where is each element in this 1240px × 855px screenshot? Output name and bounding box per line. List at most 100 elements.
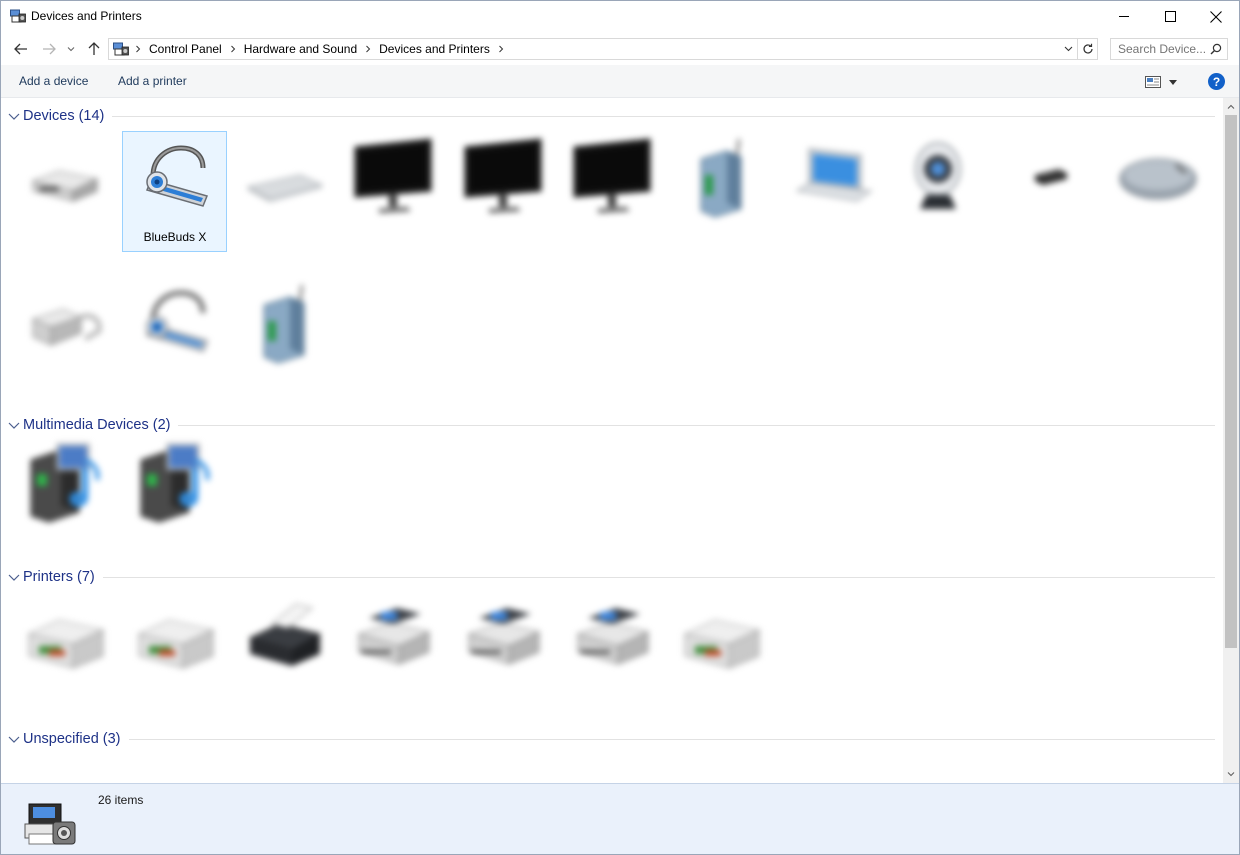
device-item[interactable] xyxy=(13,436,117,556)
device-item[interactable] xyxy=(13,590,117,710)
chevron-down-icon xyxy=(1064,46,1072,52)
close-button[interactable] xyxy=(1193,1,1239,32)
up-button[interactable] xyxy=(84,39,104,59)
chevron-right-icon xyxy=(230,45,235,53)
change-view-button[interactable] xyxy=(1145,73,1185,91)
address-history-dropdown[interactable] xyxy=(1061,41,1075,57)
search-icon xyxy=(1208,41,1224,57)
monitor-icon xyxy=(461,135,545,219)
device-item[interactable] xyxy=(123,277,227,397)
breadcrumb-devices-and-printers[interactable]: Devices and Printers xyxy=(375,42,494,56)
device-item[interactable] xyxy=(451,131,555,251)
device-item[interactable] xyxy=(232,590,336,710)
device-label: BlueBuds X xyxy=(143,230,207,244)
device-item[interactable] xyxy=(560,131,664,251)
breadcrumb-separator[interactable] xyxy=(226,39,240,59)
device-item[interactable] xyxy=(669,590,773,710)
printer-icon xyxy=(679,594,763,678)
router-icon xyxy=(242,281,326,365)
device-item[interactable] xyxy=(888,131,992,251)
up-arrow-icon xyxy=(88,42,100,55)
scroll-up-button[interactable] xyxy=(1223,98,1239,115)
back-button[interactable] xyxy=(11,39,31,59)
chevron-right-icon xyxy=(366,45,371,53)
device-item[interactable] xyxy=(997,131,1101,251)
virtual-printer-icon xyxy=(570,594,654,678)
group-title[interactable]: Printers (7) xyxy=(23,569,95,585)
maximize-button[interactable] xyxy=(1147,1,1193,32)
add-device-button[interactable]: Add a device xyxy=(19,74,88,88)
refresh-button[interactable] xyxy=(1078,38,1098,60)
device-item[interactable] xyxy=(232,131,336,251)
collapse-chevron-icon[interactable] xyxy=(8,421,20,431)
printer-icon xyxy=(23,594,107,678)
group-divider xyxy=(178,425,1215,426)
recent-locations-button[interactable] xyxy=(64,39,78,59)
usb-receiver-icon xyxy=(1007,135,1091,219)
breadcrumb-hardware-and-sound[interactable]: Hardware and Sound xyxy=(240,42,361,56)
device-item[interactable] xyxy=(1106,131,1210,251)
vertical-scrollbar[interactable] xyxy=(1223,98,1239,783)
breadcrumb: Control Panel Hardware and Sound Devices… xyxy=(113,39,508,59)
device-item[interactable]: BlueBuds X xyxy=(122,131,227,252)
search-box[interactable] xyxy=(1110,38,1228,60)
breadcrumb-separator[interactable] xyxy=(361,39,375,59)
device-item[interactable] xyxy=(341,590,445,710)
group-title[interactable]: Unspecified (3) xyxy=(23,731,121,747)
mouse-icon xyxy=(1116,135,1200,219)
group-header[interactable]: Unspecified (3) xyxy=(1,729,1215,751)
group-title[interactable]: Multimedia Devices (2) xyxy=(23,417,170,433)
refresh-icon xyxy=(1082,43,1093,54)
devices-and-printers-icon xyxy=(10,9,26,23)
device-item[interactable] xyxy=(779,131,883,251)
device-item[interactable] xyxy=(123,590,227,710)
add-printer-button[interactable]: Add a printer xyxy=(118,74,187,88)
device-item[interactable] xyxy=(13,277,117,397)
details-pane: 26 items xyxy=(1,783,1239,854)
device-item[interactable] xyxy=(123,436,227,556)
breadcrumb-separator[interactable] xyxy=(494,39,508,59)
search-input[interactable] xyxy=(1111,39,1207,59)
webcam-icon xyxy=(898,135,982,219)
group-divider xyxy=(112,116,1215,117)
scroll-down-button[interactable] xyxy=(1223,766,1239,783)
navigation-bar: Control Panel Hardware and Sound Devices… xyxy=(1,33,1239,65)
monitor-icon xyxy=(570,135,654,219)
media-device-icon xyxy=(23,440,107,524)
chevron-right-icon xyxy=(499,45,504,53)
device-item[interactable] xyxy=(560,590,664,710)
group-header[interactable]: Devices (14) xyxy=(1,106,1215,128)
chevron-down-icon xyxy=(67,47,75,52)
device-item[interactable] xyxy=(669,131,773,251)
device-item[interactable] xyxy=(232,277,336,397)
collapse-chevron-icon[interactable] xyxy=(8,112,20,122)
control-panel-location-icon xyxy=(113,42,129,56)
virtual-printer-icon xyxy=(461,594,545,678)
device-item[interactable] xyxy=(341,131,445,251)
device-item[interactable] xyxy=(13,131,117,251)
group-title[interactable]: Devices (14) xyxy=(23,108,104,124)
breadcrumb-separator[interactable] xyxy=(131,39,145,59)
fax-icon xyxy=(242,594,326,678)
back-arrow-icon xyxy=(14,43,27,55)
laptop-icon xyxy=(789,135,873,219)
group-header[interactable]: Printers (7) xyxy=(1,567,1215,589)
group-header[interactable]: Multimedia Devices (2) xyxy=(1,415,1215,437)
forward-button[interactable] xyxy=(39,39,59,59)
drive-icon xyxy=(23,135,107,219)
address-bar[interactable]: Control Panel Hardware and Sound Devices… xyxy=(108,38,1078,60)
group-divider xyxy=(103,577,1215,578)
collapse-chevron-icon[interactable] xyxy=(8,735,20,745)
minimize-button[interactable] xyxy=(1101,1,1147,32)
help-button[interactable]: ? xyxy=(1208,73,1225,90)
headset-icon xyxy=(133,281,217,365)
scrollbar-thumb[interactable] xyxy=(1225,115,1237,648)
group-divider xyxy=(129,739,1215,740)
chevron-down-icon xyxy=(1227,772,1235,777)
collapse-chevron-icon[interactable] xyxy=(8,573,20,583)
device-item[interactable] xyxy=(451,590,555,710)
breadcrumb-control-panel[interactable]: Control Panel xyxy=(145,42,226,56)
usb-adapter-icon xyxy=(23,281,107,365)
devices-list-view[interactable]: Devices (14) BlueBuds X Multimedia Devices… xyxy=(1,98,1223,783)
printer-icon xyxy=(133,594,217,678)
